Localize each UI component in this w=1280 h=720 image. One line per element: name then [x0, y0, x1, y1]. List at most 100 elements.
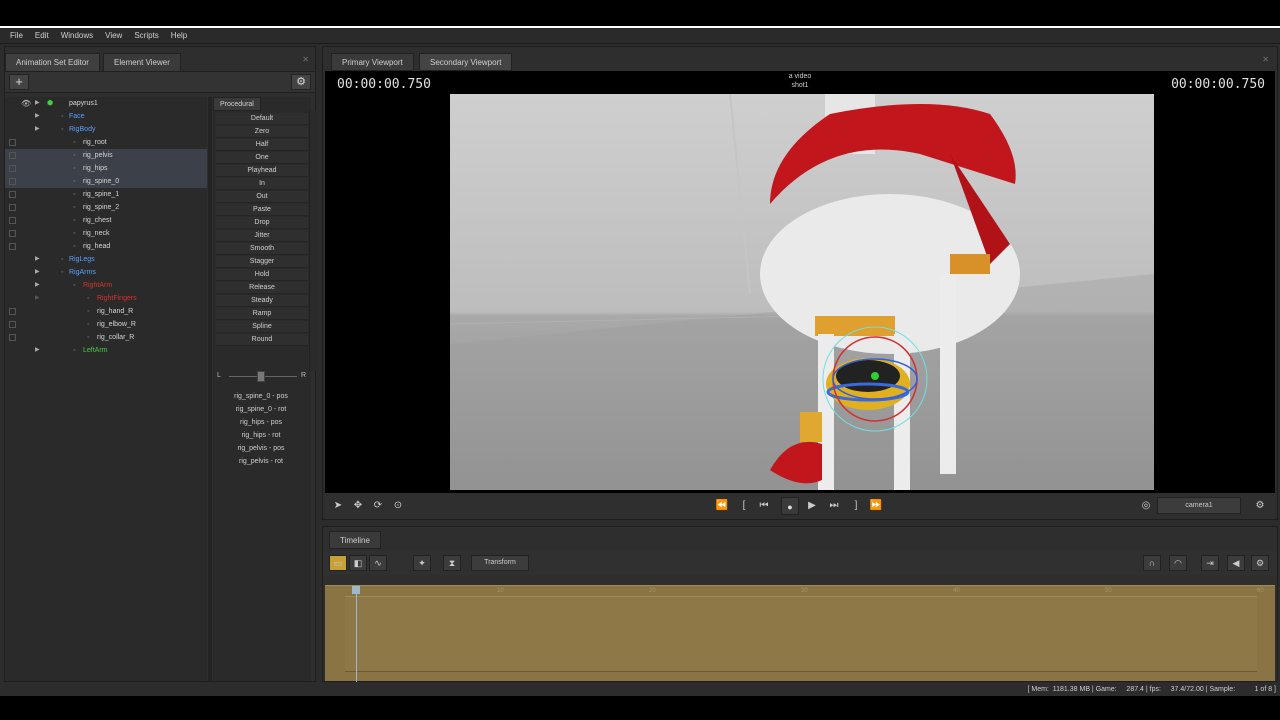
eye-icon[interactable]: 👁	[21, 97, 31, 110]
expand-arrow-icon[interactable]: ▶	[35, 266, 40, 279]
timeline-clip[interactable]	[345, 596, 1257, 672]
step-back-icon[interactable]: ⏮	[755, 498, 773, 514]
procedural-spline-button[interactable]: Spline	[216, 321, 308, 333]
procedural-in-button[interactable]: In	[216, 178, 308, 190]
expand-arrow-icon[interactable]: ▶	[35, 110, 40, 123]
tree-row[interactable]: ◦ rig_pelvis	[5, 149, 207, 162]
expand-arrow-icon[interactable]: ▶	[35, 344, 40, 357]
tree-row[interactable]: ◦ rig_hips	[5, 162, 207, 175]
viewport-canvas[interactable]: 00:00:00.750 00:00:00.750 a video shot1	[325, 71, 1275, 493]
tab-primary-viewport[interactable]: Primary Viewport	[331, 53, 414, 71]
filter-icon[interactable]: ⧗	[443, 555, 461, 571]
tree-row[interactable]: ◦ rig_head	[5, 240, 207, 253]
panel-splitter[interactable]	[208, 97, 212, 681]
headphones-icon[interactable]: ◠	[1169, 555, 1187, 571]
procedural-half-button[interactable]: Half	[216, 139, 308, 151]
tree-row[interactable]: ◦ rig_root	[5, 136, 207, 149]
channel-item[interactable]: rig_hips - pos	[215, 417, 307, 429]
menu-file[interactable]: File	[0, 28, 29, 44]
procedural-scrollbar[interactable]	[309, 111, 317, 371]
checkbox[interactable]	[9, 217, 16, 224]
checkbox[interactable]	[9, 204, 16, 211]
procedural-playhead-button[interactable]: Playhead	[216, 165, 308, 177]
tree-row[interactable]: ◦ rig_neck	[5, 227, 207, 240]
tree-row[interactable]: ◦ rig_spine_1	[5, 188, 207, 201]
checkbox[interactable]	[9, 178, 16, 185]
checkbox[interactable]	[9, 321, 16, 328]
rewind-icon[interactable]: ⏪	[713, 498, 731, 514]
tree-row[interactable]: ◦ rig_chest	[5, 214, 207, 227]
add-key-icon[interactable]: ✦	[413, 555, 431, 571]
tab-element-viewer[interactable]: Element Viewer	[103, 53, 181, 71]
procedural-ramp-button[interactable]: Ramp	[216, 308, 308, 320]
procedural-stagger-button[interactable]: Stagger	[216, 256, 308, 268]
menu-view[interactable]: View	[99, 28, 128, 44]
procedural-round-button[interactable]: Round	[216, 334, 308, 346]
checkbox[interactable]	[9, 152, 16, 159]
procedural-release-button[interactable]: Release	[216, 282, 308, 294]
playhead-handle[interactable]	[352, 586, 360, 594]
channel-item[interactable]: rig_spine_0 - pos	[215, 391, 307, 403]
expand-arrow-icon[interactable]: ▶	[35, 292, 40, 305]
tree-row[interactable]: ◦ rig_elbow_R	[5, 318, 207, 331]
3d-scene-render[interactable]	[450, 94, 1154, 490]
mark-in-icon[interactable]: [	[735, 498, 753, 514]
checkbox[interactable]	[9, 139, 16, 146]
procedural-steady-button[interactable]: Steady	[216, 295, 308, 307]
timeline-gear-icon[interactable]: ⚙	[1251, 555, 1269, 571]
camera-settings-icon[interactable]: ◎	[1137, 498, 1155, 514]
select-tool-icon[interactable]: ➤	[329, 498, 347, 514]
move-tool-icon[interactable]: ✥	[349, 498, 367, 514]
tab-secondary-viewport[interactable]: Secondary Viewport	[419, 53, 513, 71]
mark-out-icon[interactable]: ]	[847, 498, 865, 514]
add-animation-set-button[interactable]: +	[9, 74, 29, 90]
tree-row[interactable]: ◦ rig_collar_R	[5, 331, 207, 344]
checkbox[interactable]	[9, 230, 16, 237]
rotate-tool-icon[interactable]: ⟳	[369, 498, 387, 514]
volume-icon[interactable]: ◀	[1227, 555, 1245, 571]
expand-arrow-icon[interactable]: ▶	[35, 253, 40, 266]
channel-item[interactable]: rig_pelvis - rot	[215, 456, 307, 468]
channel-item[interactable]: rig_hips - rot	[215, 430, 307, 442]
slider-knob[interactable]	[257, 371, 265, 382]
checkbox[interactable]	[9, 191, 16, 198]
clip-editor-icon[interactable]: ▭	[329, 555, 347, 571]
jump-end-icon[interactable]: ⇥	[1201, 555, 1219, 571]
procedural-hold-button[interactable]: Hold	[216, 269, 308, 281]
fast-forward-icon[interactable]: ⏩	[867, 498, 885, 514]
step-forward-icon[interactable]: ⏭	[825, 498, 843, 514]
tab-animation-set-editor[interactable]: Animation Set Editor	[5, 53, 100, 71]
timeline-track[interactable]: 10 20 30 40 50 60	[325, 585, 1275, 682]
tree-row[interactable]: ◦ rig_hand_R	[5, 305, 207, 318]
playhead[interactable]	[356, 586, 357, 682]
gear-icon[interactable]: ⚙	[291, 74, 311, 90]
checkbox[interactable]	[9, 165, 16, 172]
tree-row[interactable]: ◦ rig_spine_0	[5, 175, 207, 188]
procedural-paste-button[interactable]: Paste	[216, 204, 308, 216]
expand-arrow-icon[interactable]: ▶	[35, 123, 40, 136]
tree-row[interactable]: 👁 ▶ ⬢ papyrus1	[5, 97, 207, 110]
viewport-gear-icon[interactable]: ⚙	[1251, 498, 1269, 514]
procedural-default-button[interactable]: Default	[216, 113, 308, 125]
checkbox[interactable]	[9, 243, 16, 250]
checkbox[interactable]	[9, 334, 16, 341]
transform-dropdown[interactable]: Transform	[471, 555, 529, 571]
tree-row[interactable]: ▶ ◦ LeftArm	[5, 344, 207, 357]
play-icon[interactable]: ▶	[803, 498, 821, 514]
procedural-one-button[interactable]: One	[216, 152, 308, 164]
menu-scripts[interactable]: Scripts	[128, 28, 164, 44]
tree-row[interactable]: ▶ ◦ RigLegs	[5, 253, 207, 266]
graph-editor-icon[interactable]: ∿	[369, 555, 387, 571]
tree-row[interactable]: ▶ ◦ RightFingers	[5, 292, 207, 305]
viewport-close-icon[interactable]: ✕	[1262, 55, 1269, 64]
motion-editor-icon[interactable]: ◧	[349, 555, 367, 571]
channel-item[interactable]: rig_spine_0 - rot	[215, 404, 307, 416]
tree-row[interactable]: ▶ ◦ RigBody	[5, 123, 207, 136]
tree-row[interactable]: ▶ ◦ RightArm	[5, 279, 207, 292]
camera-select[interactable]: camera1	[1157, 497, 1241, 514]
panel-close-icon[interactable]: ✕	[302, 55, 309, 64]
procedural-zero-button[interactable]: Zero	[216, 126, 308, 138]
expand-arrow-icon[interactable]: ▶	[35, 279, 40, 292]
record-button[interactable]: ●	[781, 497, 799, 515]
menu-windows[interactable]: Windows	[55, 28, 99, 44]
